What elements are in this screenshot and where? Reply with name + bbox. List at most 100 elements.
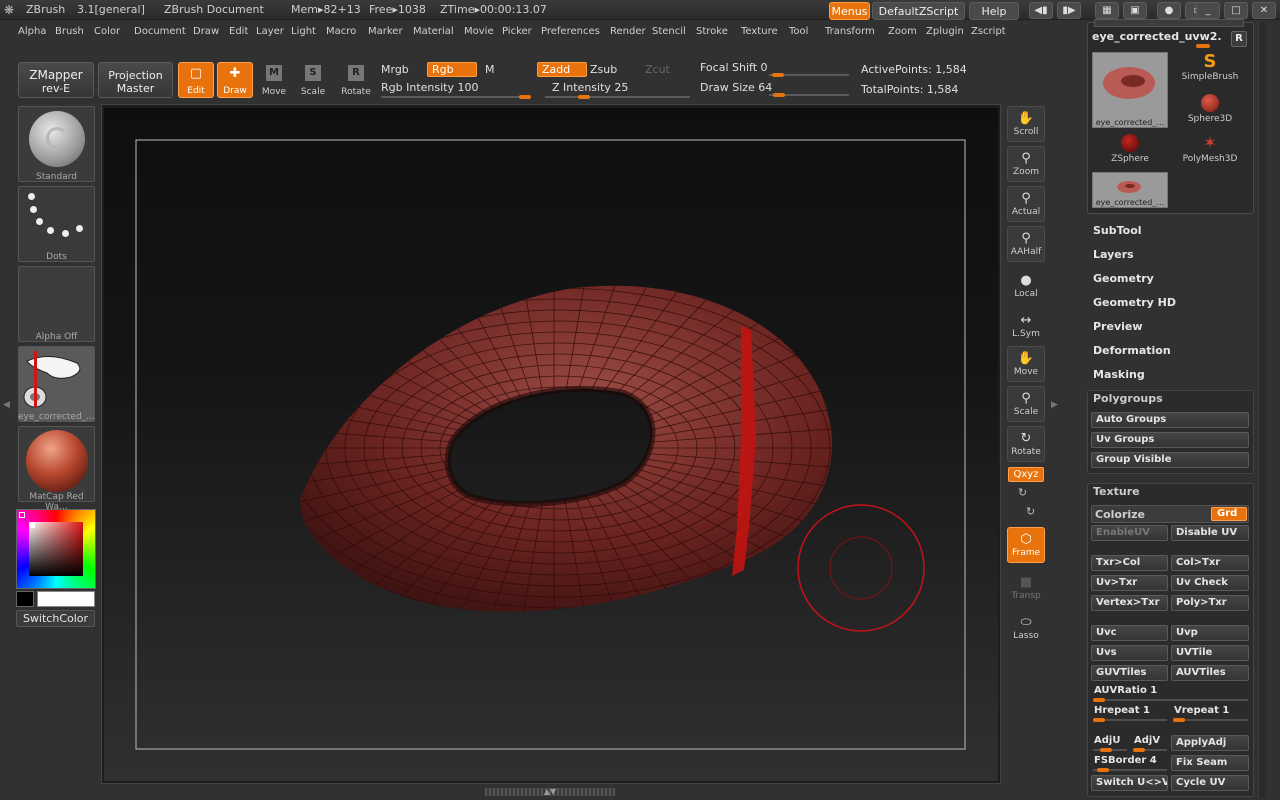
zmapper-button[interactable]: ZMapper rev-E [18,62,94,98]
right-tray-toggle-icon[interactable]: ▶ [1051,400,1059,418]
guvtiles-button[interactable]: GUVTiles [1091,665,1168,681]
colorize-row[interactable]: Colorize Grd [1091,505,1249,523]
right-panel-scrollbar[interactable] [1258,22,1266,798]
menu-macro[interactable]: Macro [326,26,356,37]
color-saturation-square[interactable] [29,522,83,576]
geometry-hd-subpalette[interactable]: Geometry HD [1093,296,1176,309]
layout-left-icon[interactable]: ▦ [1095,2,1119,19]
menu-picker[interactable]: Picker [502,26,532,37]
menu-stencil[interactable]: Stencil [652,26,686,37]
auvratio-knob[interactable] [1093,698,1105,702]
brush-selector[interactable] [18,106,95,182]
default-zscript-button[interactable]: DefaultZScript [872,2,965,20]
draw-button[interactable]: ✚ Draw [217,62,253,98]
texture-selector[interactable] [18,346,95,422]
mrgb-button[interactable]: Mrgb [381,63,409,76]
local-button[interactable]: ● Local [1007,268,1045,304]
menu-preferences[interactable]: Preferences [541,26,600,37]
rotate-view-button[interactable]: ↻ Rotate [1007,426,1045,462]
grd-button[interactable]: Grd [1211,507,1247,521]
fsborder-knob[interactable] [1097,768,1109,772]
lsym-button[interactable]: ↔ L.Sym [1007,308,1045,344]
menu-zoom[interactable]: Zoom [888,26,917,37]
menu-material[interactable]: Material [413,26,454,37]
txr-col-button[interactable]: Txr>Col [1091,555,1168,571]
rgb-intensity-slider[interactable] [381,96,531,98]
uv-txr-button[interactable]: Uv>Txr [1091,575,1168,591]
menu-texture[interactable]: Texture [741,26,778,37]
menu-zplugin[interactable]: Zplugin [926,26,964,37]
menu-color[interactable]: Color [94,26,120,37]
menu-layer[interactable]: Layer [256,26,284,37]
tool-r-button[interactable]: R [1231,31,1247,47]
layout-icon[interactable]: ▣ [1123,2,1147,19]
rgb-intensity-knob[interactable] [519,95,531,99]
menus-button[interactable]: Menus [829,2,870,20]
tool-thumb-eye-2[interactable]: eye_corrected_… [1092,172,1168,208]
uv-check-button[interactable]: Uv Check [1171,575,1249,591]
menu-document[interactable]: Document [134,26,186,37]
m-button[interactable]: M [485,63,495,76]
adju-knob[interactable] [1100,748,1112,752]
alpha-selector[interactable] [18,266,95,342]
lasso-button[interactable]: ⬭ Lasso [1007,610,1045,646]
hrepeat-knob[interactable] [1093,718,1105,722]
3d-viewport[interactable] [104,108,998,781]
vertex-txr-button[interactable]: Vertex>Txr [1091,595,1168,611]
rotate-button[interactable]: R Rotate [338,62,374,98]
auto-groups-button[interactable]: Auto Groups [1091,412,1249,428]
viewport-canvas[interactable] [104,108,998,781]
current-tool-slider[interactable] [1196,44,1210,48]
lock-icon[interactable]: ● [1157,2,1181,19]
uvs-button[interactable]: Uvs [1091,645,1168,661]
group-visible-button[interactable]: Group Visible [1091,452,1249,468]
move-view-button[interactable]: ✋ Move [1007,346,1045,382]
primary-color-swatch[interactable] [37,591,95,607]
menu-movie[interactable]: Movie [464,26,494,37]
color-picker[interactable] [16,509,96,589]
z-intensity-knob[interactable] [578,95,591,99]
enable-uv-button[interactable]: EnableUV [1091,525,1168,541]
uv-groups-button[interactable]: Uv Groups [1091,432,1249,448]
rgb-button[interactable]: Rgb [427,62,477,77]
menu-alpha[interactable]: Alpha [18,26,46,37]
z-intensity-slider[interactable] [545,96,690,98]
subtool-subpalette[interactable]: SubTool [1093,224,1142,237]
menu-draw[interactable]: Draw [193,26,219,37]
polygroups-title[interactable]: Polygroups [1093,392,1163,405]
zsub-button[interactable]: Zsub [590,63,617,76]
scroll-left-icon[interactable]: ◀▮ [1029,2,1053,19]
uvp-button[interactable]: Uvp [1171,625,1249,641]
switch-uv-button[interactable]: Switch U<>V [1091,775,1168,791]
menu-tool[interactable]: Tool [789,26,808,37]
menu-light[interactable]: Light [291,26,316,37]
geometry-subpalette[interactable]: Geometry [1093,272,1154,285]
tool-simplebrush[interactable]: S SimpleBrush [1172,52,1248,90]
zcut-button[interactable]: Zcut [645,63,670,76]
xyz-rotation-button[interactable]: Qxyz [1008,467,1044,482]
aahalf-button[interactable]: ⚲ AAHalf [1007,226,1045,262]
y-rotation-icon[interactable]: ↻ [1018,486,1027,499]
actual-button[interactable]: ⚲ Actual [1007,186,1045,222]
scroll-right-icon[interactable]: ▮▶ [1057,2,1081,19]
deformation-subpalette[interactable]: Deformation [1093,344,1171,357]
frame-button[interactable]: ⬡ Frame [1007,527,1045,563]
switch-color-button[interactable]: SwitchColor [16,610,95,627]
secondary-color-swatch[interactable] [16,591,34,607]
disable-uv-button[interactable]: Disable UV [1171,525,1249,541]
uvtile-button[interactable]: UVTile [1171,645,1249,661]
adjv-knob[interactable] [1133,748,1145,752]
scroll-button[interactable]: ✋ Scroll [1007,106,1045,142]
menu-transform[interactable]: Transform [825,26,875,37]
poly-txr-button[interactable]: Poly>Txr [1171,595,1249,611]
zoom-button[interactable]: ⚲ Zoom [1007,146,1045,182]
menu-stroke[interactable]: Stroke [696,26,728,37]
maximize-icon[interactable]: □ [1224,2,1248,19]
vrepeat-knob[interactable] [1173,718,1185,722]
masking-subpalette[interactable]: Masking [1093,368,1145,381]
focal-shift-knob[interactable] [772,73,785,77]
col-txr-button[interactable]: Col>Txr [1171,555,1249,571]
tool-palette-top-buttons[interactable] [1094,19,1244,27]
projection-master-button[interactable]: Projection Master [98,62,173,98]
tool-polymesh3d[interactable]: ✶ PolyMesh3D [1172,134,1248,168]
